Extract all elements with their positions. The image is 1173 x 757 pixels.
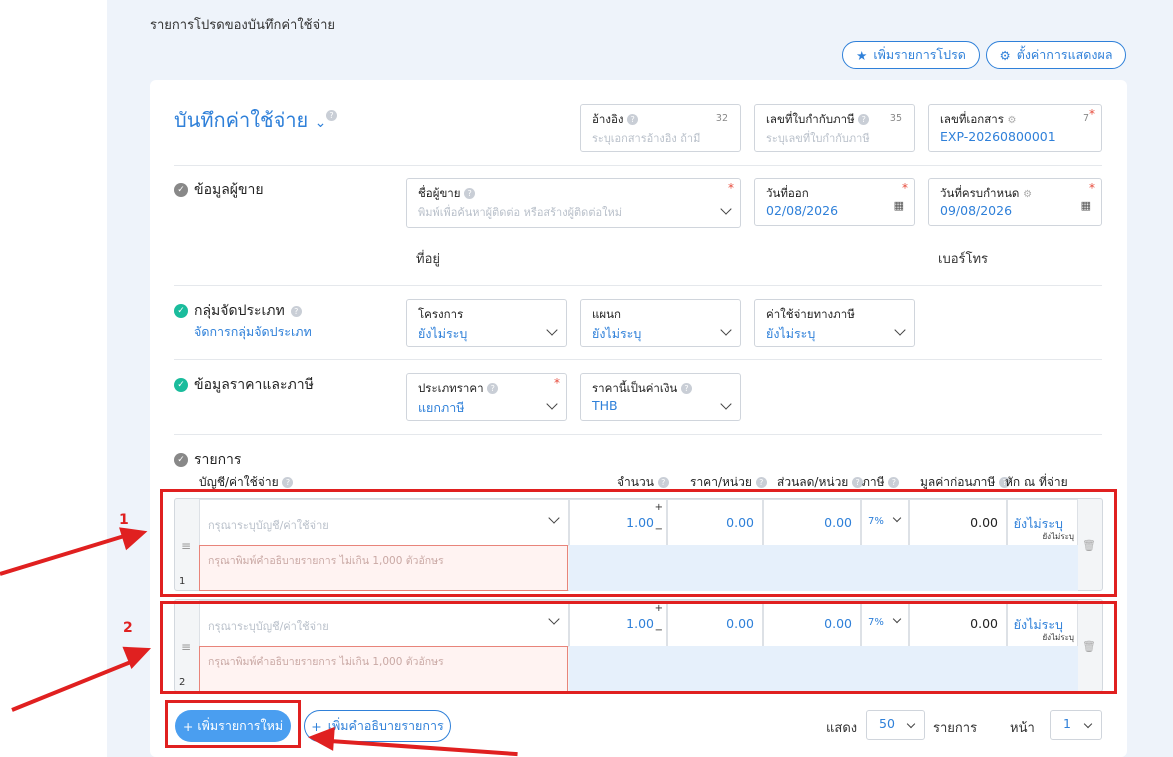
gear-icon: ⚙ xyxy=(1007,115,1017,126)
due-date-field[interactable]: วันที่ครบกำหนด ⚙ * 09/08/2026 ▦ xyxy=(928,178,1102,226)
divider xyxy=(174,285,1102,286)
reference-field[interactable]: อ้างอิง ? 32 ระบุเอกสารอ้างอิง ถ้ามี xyxy=(580,104,741,152)
issue-date-field[interactable]: วันที่ออก * 02/08/2026 ▦ xyxy=(754,178,915,226)
per-page-select[interactable]: 50 xyxy=(866,710,925,740)
price-tax-section-heading: ✓ ข้อมูลราคาและภาษี xyxy=(174,374,314,396)
gear-icon: ⚙ xyxy=(1023,189,1033,200)
divider xyxy=(174,359,1102,360)
highlight-box xyxy=(160,489,1117,597)
pager-page-label: หน้า xyxy=(1010,721,1035,736)
divider xyxy=(174,165,1102,166)
category-section-heading: ✓ กลุ่มจัดประเภท ? xyxy=(174,300,302,322)
doc-number-field[interactable]: เลขที่เอกสาร ⚙ 7 * EXP-20260800001 xyxy=(928,104,1102,152)
help-icon: ? xyxy=(627,114,639,125)
highlight-box xyxy=(160,601,1117,694)
tax-invoice-field[interactable]: เลขที่ใบกำกับภาษี ? 35 ระบุเลขที่ใบกำกับ… xyxy=(754,104,915,152)
add-favorite-button[interactable]: ★ เพิ่มรายการโปรด xyxy=(842,41,980,69)
project-select[interactable]: โครงการ ยังไม่ระบุ xyxy=(406,299,567,347)
reference-placeholder: ระบุเอกสารอ้างอิง ถ้ามี xyxy=(592,132,701,145)
tax-expense-select[interactable]: ค่าใช้จ่ายทางภาษี ยังไม่ระบุ xyxy=(754,299,915,347)
vendor-select[interactable]: ชื่อผู้ขาย ? * พิมพ์เพื่อค้นหาผู้ติดต่อ … xyxy=(406,178,741,228)
calendar-icon[interactable]: ▦ xyxy=(894,199,904,212)
pager-items-label: รายการ xyxy=(933,721,978,736)
tax-invoice-placeholder: ระบุเลขที่ใบกำกับภาษี xyxy=(766,132,870,145)
help-icon: ? xyxy=(858,114,870,125)
chevron-down-icon xyxy=(720,324,732,336)
check-icon: ✓ xyxy=(174,183,188,197)
display-settings-button[interactable]: ⚙ ตั้งค่าการแสดงผล xyxy=(986,41,1126,69)
address-label: ที่อยู่ xyxy=(416,252,440,267)
page-select[interactable]: 1 xyxy=(1050,710,1102,740)
chevron-down-icon xyxy=(894,324,906,336)
price-type-select[interactable]: ประเภทราคา ? * แยกภาษี xyxy=(406,373,567,421)
chevron-down-icon xyxy=(1083,719,1093,729)
help-icon: ? xyxy=(290,305,302,317)
department-select[interactable]: แผนก ยังไม่ระบุ xyxy=(580,299,741,347)
divider xyxy=(174,434,1102,435)
highlight-box xyxy=(165,700,301,748)
calendar-icon[interactable]: ▦ xyxy=(1081,199,1091,212)
chevron-down-icon xyxy=(906,719,916,729)
check-icon: ✓ xyxy=(174,304,188,318)
chevron-down-icon xyxy=(546,398,558,410)
help-icon: ? xyxy=(464,188,476,199)
star-icon: ★ xyxy=(856,47,868,63)
page-title: รายการโปรดของบันทึกค่าใช้จ่าย xyxy=(150,18,336,33)
help-icon: ? xyxy=(487,383,499,394)
items-section-heading: ✓ รายการ xyxy=(174,449,241,471)
pager-show-label: แสดง xyxy=(826,721,858,736)
vendor-section-heading: ✓ ข้อมูลผู้ขาย xyxy=(174,179,264,201)
annotation-arrow-head xyxy=(307,725,335,751)
gear-icon: ⚙ xyxy=(999,47,1011,63)
annotation-number: 2 xyxy=(123,620,133,636)
check-icon: ✓ xyxy=(174,453,188,467)
chevron-down-icon: ⌄ xyxy=(314,115,327,131)
chevron-down-icon xyxy=(546,324,558,336)
currency-select[interactable]: ราคานี้เป็นค่าเงิน ? THB xyxy=(580,373,741,421)
doc-title[interactable]: บันทึกค่าใช้จ่าย ⌄ xyxy=(174,104,326,136)
manage-category-link[interactable]: จัดการกลุ่มจัดประเภท xyxy=(194,322,312,342)
chevron-down-icon xyxy=(720,203,732,215)
help-icon: ? xyxy=(680,383,692,394)
check-icon: ✓ xyxy=(174,378,188,392)
doc-number-value: EXP-20260800001 xyxy=(940,129,1056,144)
chevron-down-icon xyxy=(720,398,732,410)
help-icon: ? xyxy=(326,110,337,121)
phone-label: เบอร์โทร xyxy=(938,252,989,267)
